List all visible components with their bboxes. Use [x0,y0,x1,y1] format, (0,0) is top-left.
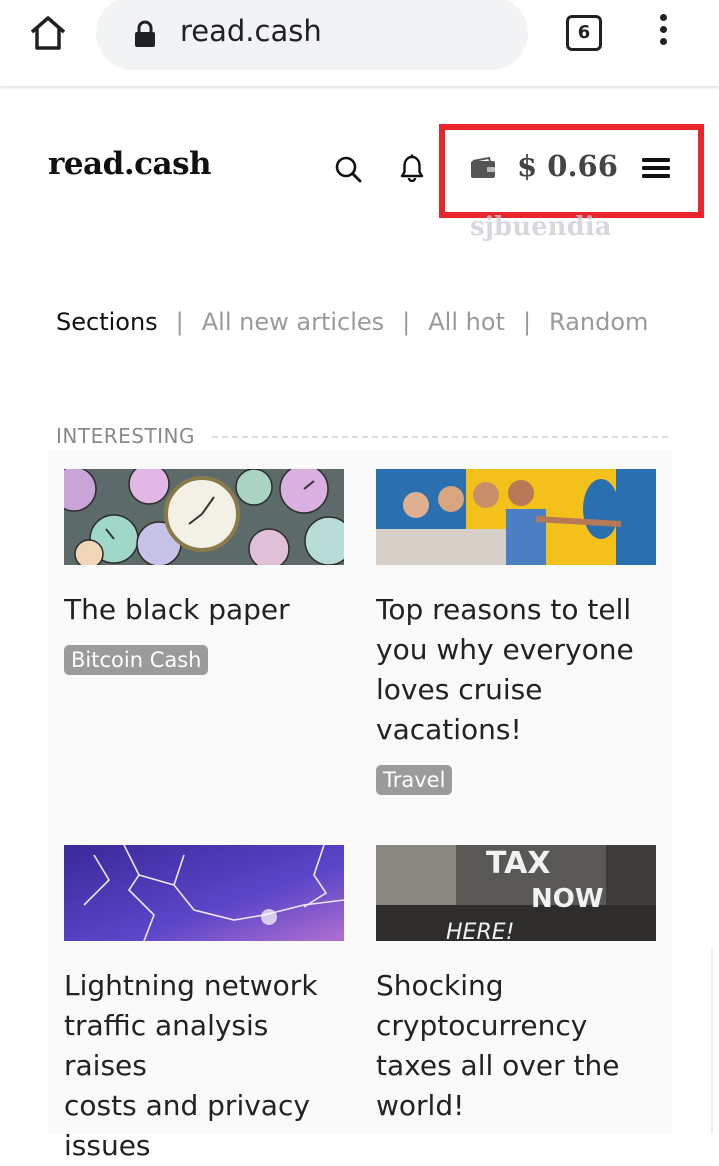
section-nav: Sections | All new articles | All hot | Random [56,308,648,336]
category-tag[interactable]: Bitcoin Cash [64,645,209,675]
article-title[interactable]: Top reasons to tell you why everyone lov… [376,590,666,750]
section-title: INTERESTING [56,424,196,448]
nav-sections[interactable]: Sections [56,308,158,336]
tax-image-text: HERE! [446,920,514,941]
watermark: sjbuendia [470,212,612,242]
tabs-button[interactable]: 6 [566,15,602,51]
nav-all-new-articles[interactable]: All new articles [202,308,384,336]
search-icon[interactable] [334,155,362,183]
home-icon[interactable] [28,14,68,52]
tax-image[interactable]: TAX NOW HERE! [376,845,656,941]
nav-all-hot[interactable]: All hot [428,308,505,336]
menu-icon[interactable] [641,156,671,180]
nav-separator: | [522,308,532,336]
cruise-image[interactable] [376,469,656,565]
tax-image-text: TAX [486,846,550,881]
clocks-image[interactable] [64,469,344,565]
nav-random[interactable]: Random [549,308,648,336]
article-title[interactable]: Shocking cryptocurrency taxes all over t… [376,966,666,1126]
article-title[interactable]: Lightning network traffic analysis raise… [64,966,354,1166]
lightning-image[interactable] [64,845,344,941]
bell-icon[interactable] [399,154,425,182]
scroll-edge [711,950,713,1134]
nav-separator: | [402,308,411,336]
article-title[interactable]: The black paper [64,590,354,630]
section-divider [212,436,668,438]
lock-icon [135,20,155,47]
tax-image-text: NOW [531,884,604,914]
site-logo[interactable]: read.cash [48,146,212,182]
category-tag[interactable]: Travel [376,765,453,795]
url-text[interactable]: read.cash [180,14,322,48]
wallet-icon[interactable] [470,157,496,179]
nav-separator: | [175,308,184,336]
wallet-balance[interactable]: $ 0.66 [517,149,618,183]
more-vert-icon[interactable] [655,14,671,50]
